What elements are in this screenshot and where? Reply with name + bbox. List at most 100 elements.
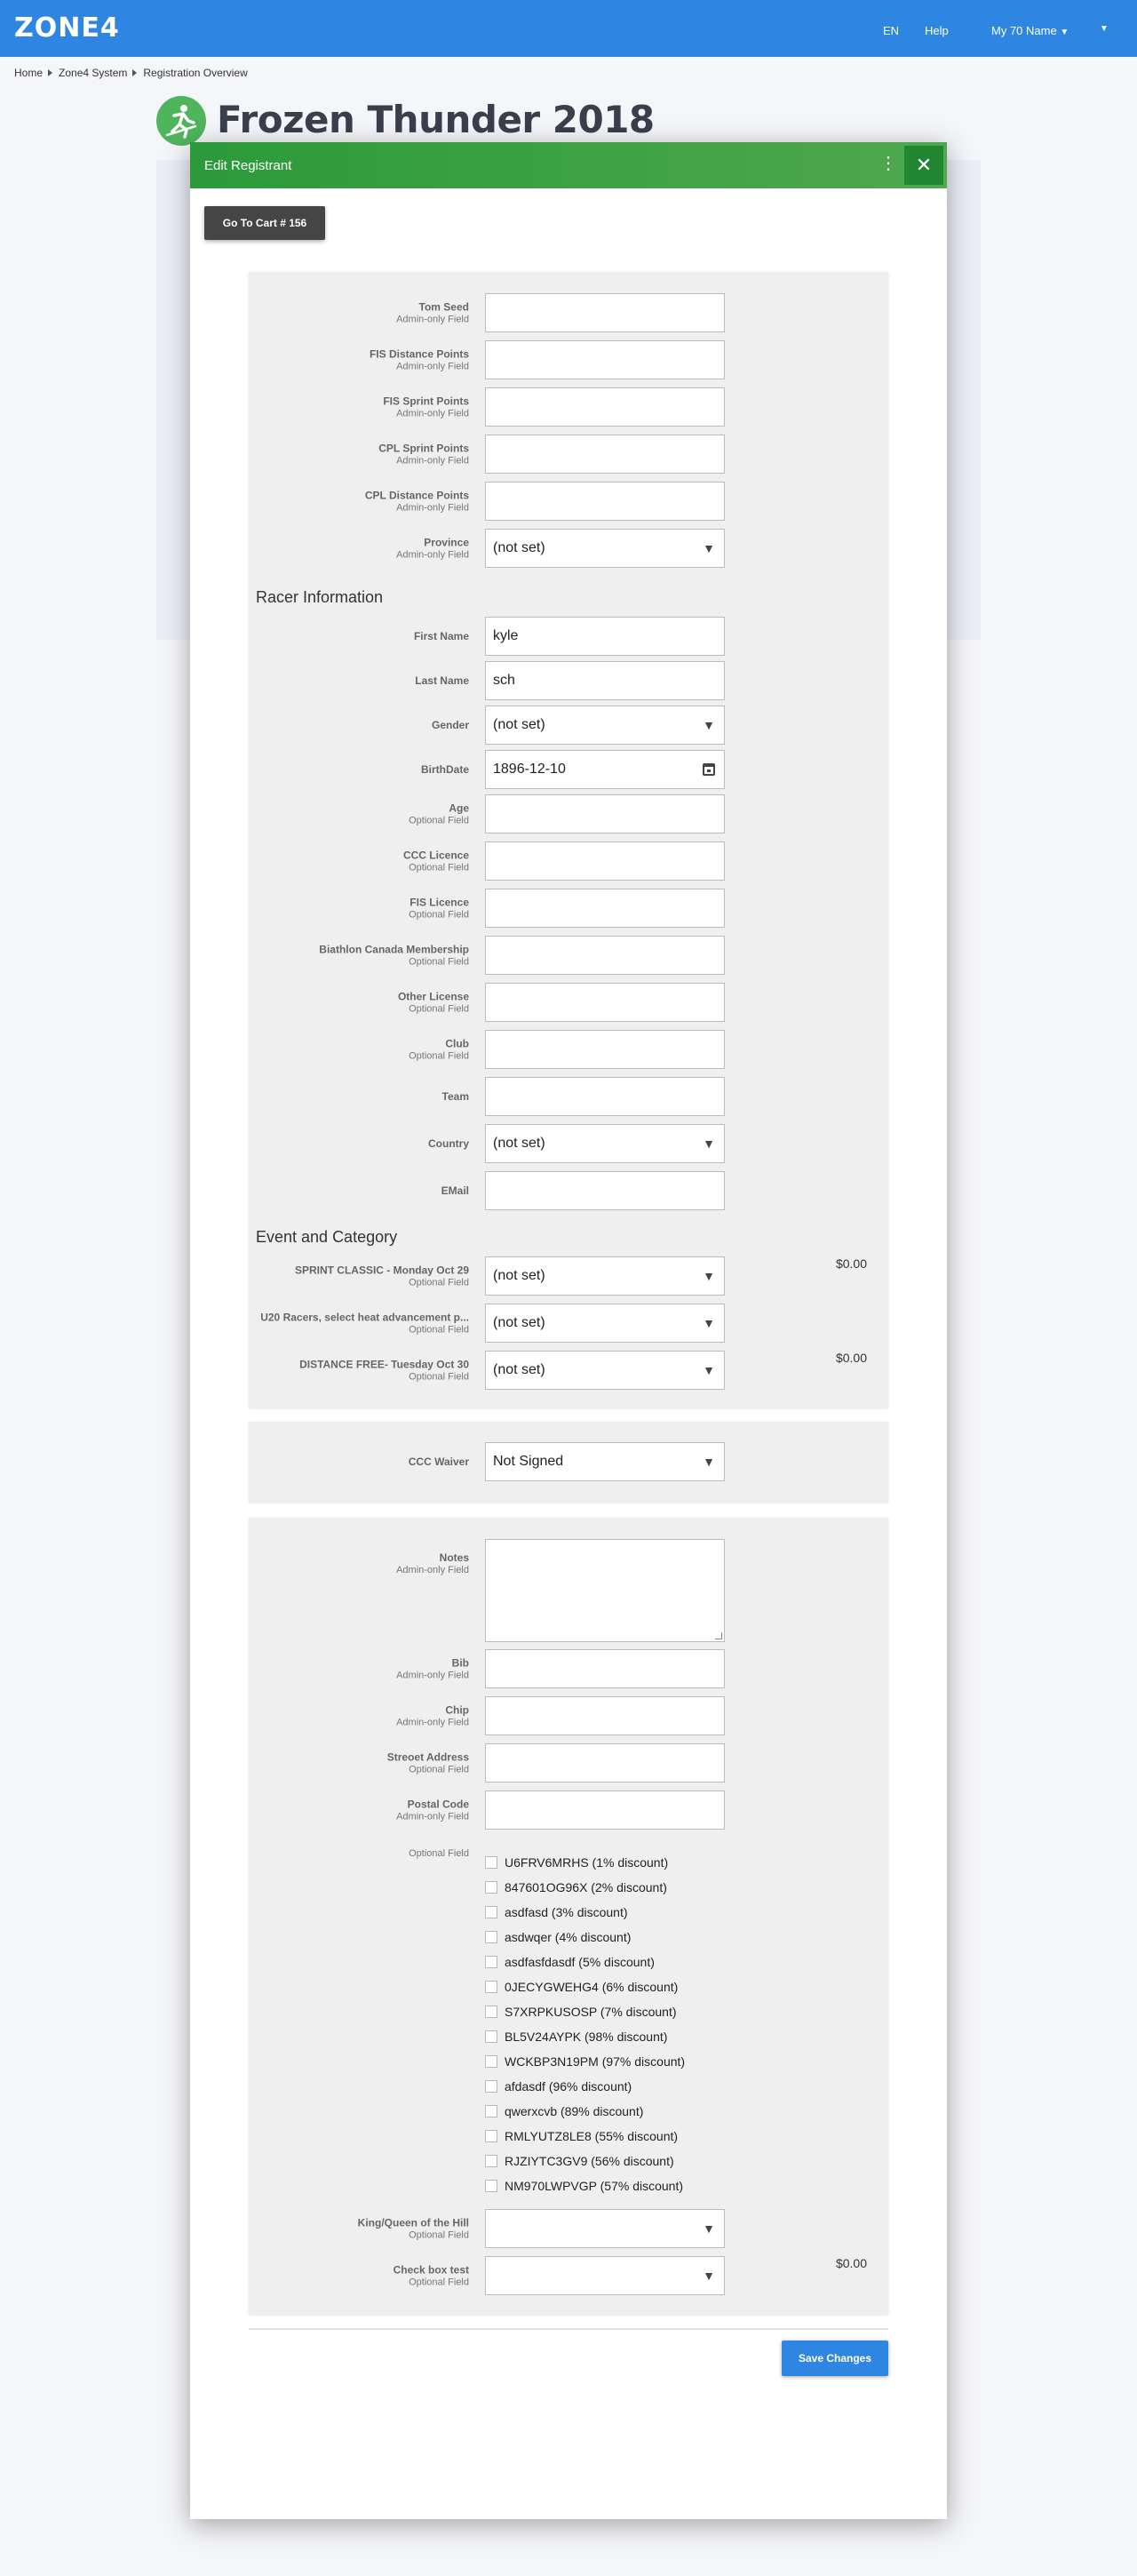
discount-option[interactable]: S7XRPKUSOSP (7% discount) [485,2003,677,2021]
cpl-distance-points-input[interactable] [485,482,725,521]
go-to-cart-button[interactable]: Go To Cart # 156 [204,206,325,240]
postal-code-input[interactable] [485,1790,725,1830]
discount-option[interactable]: NM970LWPVGP (57% discount) [485,2177,683,2195]
account-menu[interactable]: My 70 Name ▼ [991,24,1069,37]
field-label: U20 Racers, select heat advancement p... [260,1311,469,1324]
province-select[interactable]: (not set) ▼ [485,529,725,568]
field-label: Notes [439,1551,469,1564]
field-sublabel: Admin-only Field [396,361,469,372]
team-input[interactable] [485,1077,725,1116]
zone4-logo[interactable]: ZONE4 [14,12,120,44]
menu-dropdown-icon[interactable]: ▼ [1100,24,1109,34]
more-options-icon[interactable]: ⋮ [879,153,897,174]
save-changes-button[interactable]: Save Changes [782,2341,888,2376]
field-label: Gender [431,719,469,731]
select-value: Not Signed [493,1454,564,1469]
discount-option[interactable]: RJZIYTC3GV9 (56% discount) [485,2152,674,2170]
checkbox[interactable] [485,2155,497,2167]
discount-option[interactable]: RMLYUTZ8LE8 (55% discount) [485,2127,678,2145]
club-input[interactable] [485,1030,725,1069]
checkbox[interactable] [485,1931,497,1943]
last-name-input[interactable]: sch [485,661,725,700]
fis-distance-points-input[interactable] [485,340,725,379]
field-sublabel: Optional Field [409,1324,469,1336]
field-row: Tom Seed Admin-only Field [249,293,888,332]
breadcrumb-registration-overview[interactable]: Registration Overview [143,67,247,79]
field-sublabel: Optional Field [409,2229,469,2241]
breadcrumb-zone4-system[interactable]: Zone4 System [59,67,127,79]
checkbox[interactable] [485,2055,497,2068]
checkbox[interactable] [485,1856,497,1869]
ccc-licence-input[interactable] [485,841,725,881]
discount-option[interactable]: 0JECYGWEHG4 (6% discount) [485,1978,678,1996]
racer-information-heading: Racer Information [256,588,384,606]
close-button[interactable]: ✕ [904,146,943,185]
notes-textarea[interactable] [485,1539,725,1642]
discount-option[interactable]: WCKBP3N19PM (97% discount) [485,2053,685,2070]
cpl-sprint-points-input[interactable] [485,435,725,474]
sprint-classic-select[interactable]: (not set) ▼ [485,1256,725,1296]
discount-label: RJZIYTC3GV9 (56% discount) [505,2154,674,2168]
first-name-input[interactable]: kyle [485,617,725,656]
field-label: CPL Distance Points [364,489,469,502]
king-queen-hill-select[interactable]: ▼ [485,2209,725,2248]
discount-option[interactable]: asdwqer (4% discount) [485,1928,631,1946]
discount-label: 847601OG96X (2% discount) [505,1880,667,1894]
account-name: My 70 Name [991,24,1057,37]
field-label: Age [449,802,469,815]
field-row: Club Optional Field [249,1030,888,1069]
discount-option[interactable]: asdfasfdasdf (5% discount) [485,1953,655,1971]
field-label: First Name [413,630,469,642]
bib-input[interactable] [485,1649,725,1688]
field-sublabel: Admin-only Field [396,314,469,325]
birthdate-input[interactable]: 1896-12-10 [485,750,725,789]
field-sublabel: Admin-only Field [396,1717,469,1728]
age-input[interactable] [485,794,725,833]
street-address-input[interactable] [485,1743,725,1782]
skier-icon [156,96,206,146]
language-switch[interactable]: EN [883,24,899,37]
ccc-waiver-select[interactable]: Not Signed ▼ [485,1442,725,1481]
u20-heat-advancement-select[interactable]: (not set) ▼ [485,1304,725,1343]
tom-seed-input[interactable] [485,293,725,332]
check-box-test-select[interactable]: ▼ [485,2256,725,2295]
biathlon-membership-input[interactable] [485,936,725,975]
country-select[interactable]: (not set) ▼ [485,1124,725,1163]
other-license-input[interactable] [485,983,725,1022]
chip-input[interactable] [485,1696,725,1735]
checkbox[interactable] [485,1956,497,1968]
discount-option[interactable]: qwerxcvb (89% discount) [485,2102,643,2120]
checkbox[interactable] [485,2006,497,2018]
checkbox[interactable] [485,2080,497,2093]
dropdown-arrow-icon: ▼ [703,1363,715,1377]
distance-free-select[interactable]: (not set) ▼ [485,1351,725,1390]
discount-option[interactable]: U6FRV6MRHS (1% discount) [485,1854,668,1871]
fis-sprint-points-input[interactable] [485,387,725,427]
breadcrumb-separator-icon [48,69,53,76]
select-value: (not set) [493,540,545,555]
checkbox[interactable] [485,2030,497,2043]
checkbox[interactable] [485,1881,497,1894]
checkbox[interactable] [485,1981,497,1993]
gender-select[interactable]: (not set) ▼ [485,706,725,745]
discount-label: BL5V24AYPK (98% discount) [505,2030,668,2044]
calendar-icon[interactable] [703,763,715,776]
resize-handle-icon[interactable] [715,1632,722,1639]
discount-option[interactable]: asdfasd (3% discount) [485,1903,628,1921]
discount-option[interactable]: 847601OG96X (2% discount) [485,1878,667,1896]
discount-option[interactable]: afdasdf (96% discount) [485,2078,632,2095]
checkbox[interactable] [485,2130,497,2142]
help-link[interactable]: Help [925,24,949,37]
checkbox[interactable] [485,2105,497,2117]
select-value: (not set) [493,1136,545,1151]
fis-licence-input[interactable] [485,889,725,928]
checkbox[interactable] [485,1906,497,1918]
email-input[interactable] [485,1171,725,1210]
breadcrumb-home[interactable]: Home [14,67,43,79]
discount-option[interactable]: BL5V24AYPK (98% discount) [485,2028,667,2046]
waiver-section: CCC Waiver Not Signed ▼ [249,1422,888,1502]
discount-label: asdfasfdasdf (5% discount) [505,1955,655,1969]
checkbox[interactable] [485,2180,497,2192]
select-value: (not set) [493,717,545,732]
select-value: (not set) [493,1315,545,1330]
